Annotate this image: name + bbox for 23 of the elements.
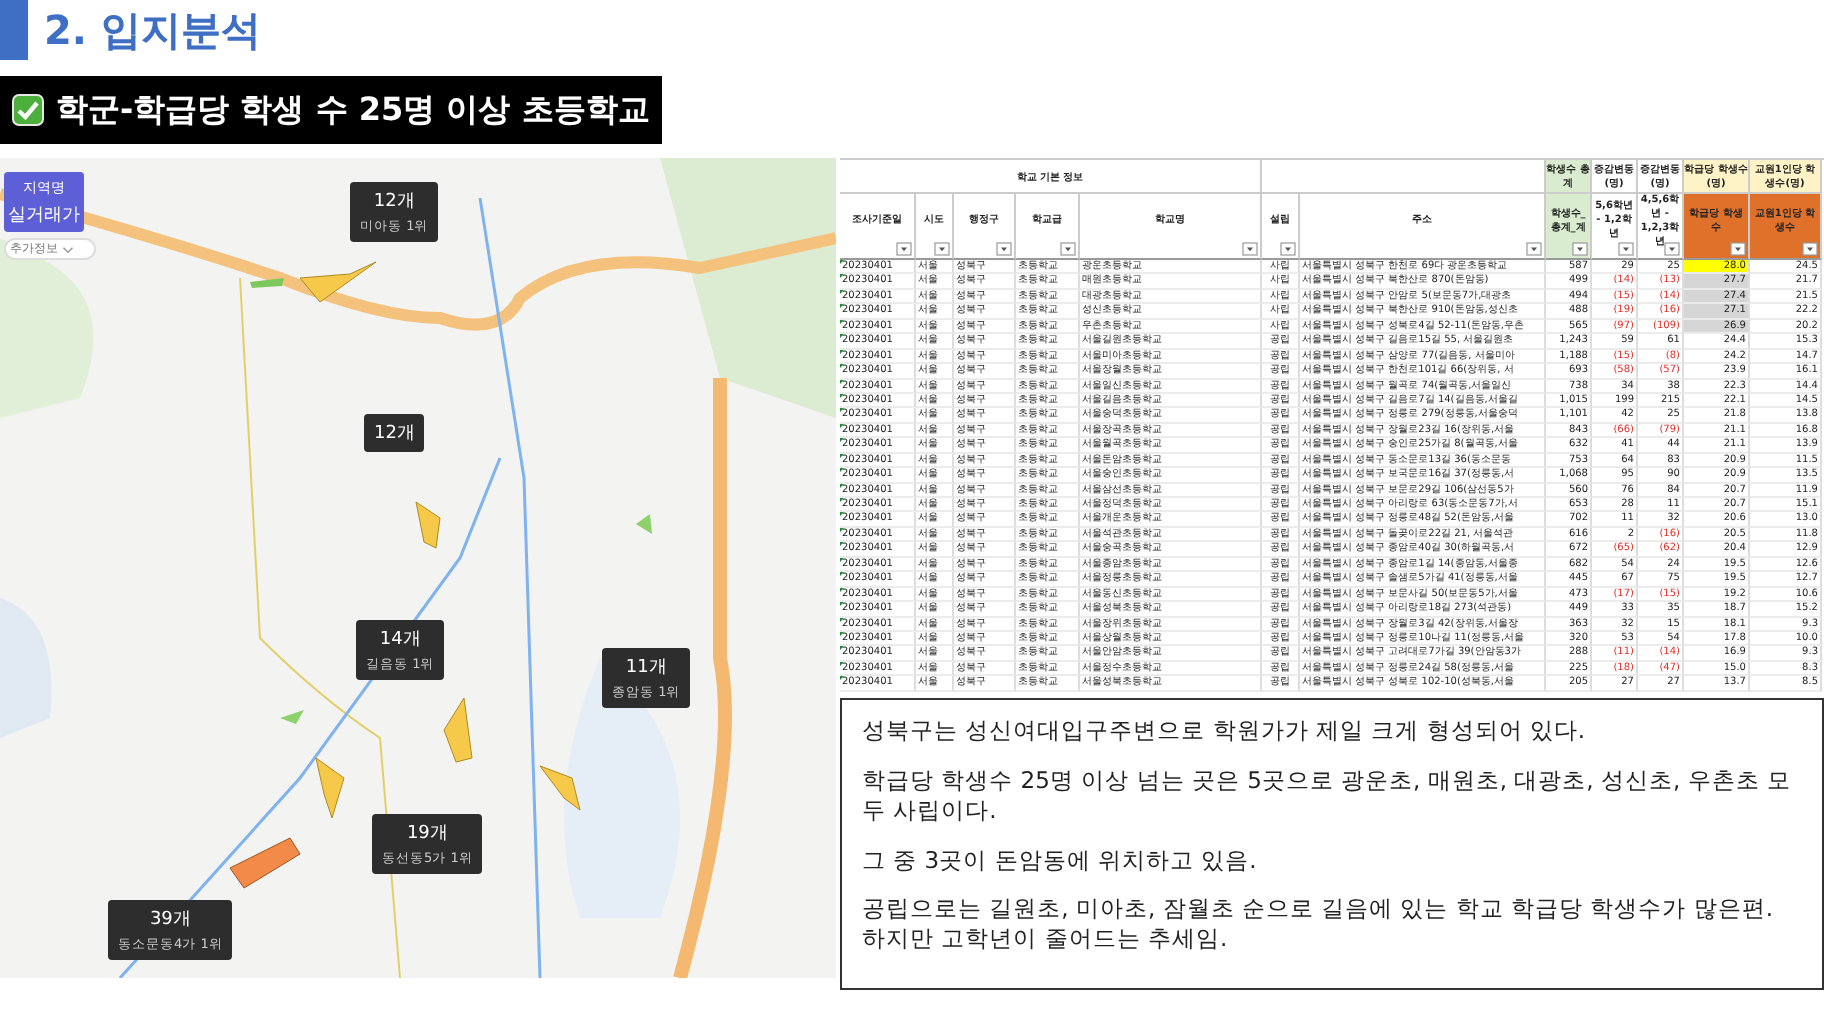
note-text: 그 중 3곳이 돈암동에 위치하고 있음. bbox=[862, 845, 1259, 875]
filter-dropdown-icon[interactable] bbox=[1730, 242, 1746, 256]
filter-dropdown-icon[interactable] bbox=[1572, 242, 1588, 256]
subtitle-text: 학군-학급당 학생 수 25명 이상 초등학교 bbox=[56, 89, 650, 131]
slide-title: 2. 입지분석 bbox=[44, 3, 261, 57]
note-text: 하지만 고학년이 줄어드는 추세임. bbox=[862, 924, 1230, 955]
note-text: 성북구는 성신여대입구주변으로 학원가가 제일 크게 형성되어 있다. bbox=[862, 715, 1588, 746]
filter-dropdown-icon[interactable] bbox=[1280, 242, 1296, 256]
filter-dropdown-icon[interactable] bbox=[934, 242, 950, 256]
note-text: 학급당 학생수 25명 이상 넘는 곳은 5곳으로 광운초, 매원초, 대광초, 성신초, 우촌초 모두 사립이다. bbox=[862, 765, 1793, 825]
filter-dropdown-icon[interactable] bbox=[1060, 242, 1076, 256]
filter-dropdown-icon[interactable] bbox=[1242, 242, 1258, 256]
title-accent-bar bbox=[0, 0, 28, 60]
checkbox-checked-icon bbox=[12, 94, 44, 126]
filter-dropdown-icon[interactable] bbox=[1618, 242, 1634, 256]
map-marker-label[interactable]: 12개 bbox=[364, 414, 425, 452]
filter-dropdown-icon[interactable] bbox=[896, 242, 912, 256]
filter-dropdown-icon[interactable] bbox=[996, 242, 1012, 256]
filter-dropdown-icon[interactable] bbox=[1526, 242, 1542, 256]
note-text: 공립으로는 길원초, 미아초, 잠월초 순으로 길음에 있는 학교 학급당 학생수가 많은편. bbox=[862, 894, 1776, 925]
caret-icon bbox=[62, 245, 74, 253]
filter-dropdown-icon[interactable] bbox=[1664, 242, 1680, 256]
filter-dropdown-icon[interactable] bbox=[1802, 242, 1818, 256]
